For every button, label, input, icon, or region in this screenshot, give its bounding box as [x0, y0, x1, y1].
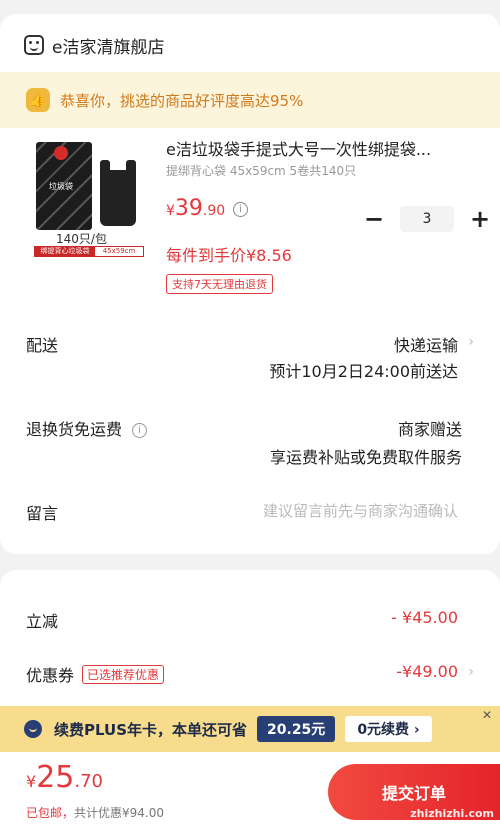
shop-header[interactable]: e洁家清旗舰店	[24, 32, 164, 58]
rating-banner-text: 恭喜你，挑选的商品好评度高达95%	[60, 91, 304, 110]
return-shipping-label: 退换货免运费	[26, 420, 123, 439]
product-spec[interactable]: 提绑背心袋 45x59cm 5卷共140只	[166, 162, 356, 179]
product-image[interactable]: 垃圾袋 140只/包 绑提背心垃圾袋 45x59cm	[30, 138, 150, 258]
plus-renew-button[interactable]: 0元续费 ›	[345, 716, 432, 742]
total-symbol: ¥	[26, 772, 37, 791]
return-shipping-info-icon[interactable]: i	[132, 423, 148, 438]
coupon-label: 优惠券	[26, 666, 75, 685]
decrease-button[interactable]: −	[364, 205, 384, 233]
checkout-footer: ¥ 25 .70 已包邮，共计优惠¥94.00 提交订单 zhizhizhi.c…	[0, 752, 500, 825]
plus-member-icon	[24, 720, 42, 738]
image-tag-left: 绑提背心垃圾袋	[35, 247, 95, 256]
bag-graphic	[100, 160, 136, 226]
increase-button[interactable]: +	[470, 205, 490, 233]
delivery-eta: 预计10月2日24:00前送达	[269, 362, 458, 381]
return-shipping-provider: 商家赠送	[397, 420, 462, 439]
delivery-chevron-icon[interactable]: ›	[468, 334, 474, 350]
product-title[interactable]: e洁垃圾袋手提式大号一次性绑提袋...	[166, 136, 471, 160]
return-shipping-detail: 享运费补贴或免费取件服务	[269, 448, 462, 467]
note-label: 留言	[26, 504, 59, 523]
coupon-value[interactable]: -¥49.00	[396, 662, 458, 681]
return-badge: 支持7天无理由退货	[166, 274, 273, 294]
product-price: ¥ 39 .90 i	[166, 196, 249, 221]
close-icon[interactable]: ✕	[482, 708, 492, 722]
price-info-icon[interactable]: i	[233, 202, 249, 217]
rating-banner: 👍 恭喜你，挑选的商品好评度高达95%	[0, 72, 500, 128]
thumbs-up-icon: 👍	[26, 88, 50, 112]
shop-icon	[24, 35, 44, 55]
quantity-stepper: − 3 +	[364, 205, 490, 233]
quantity-input[interactable]: 3	[400, 206, 454, 232]
total-integer: 25	[36, 760, 75, 795]
free-shipping-label: 已包邮，	[26, 806, 75, 820]
order-total: ¥ 25 .70	[26, 760, 103, 795]
image-count-label: 140只/包	[56, 232, 107, 246]
package-graphic: 垃圾袋	[36, 142, 92, 230]
price-symbol: ¥	[166, 203, 175, 219]
plus-savings-amount: 20.25元	[257, 716, 336, 742]
unit-price: 每件到手价¥8.56	[166, 246, 292, 265]
instant-discount-label: 立减	[26, 612, 59, 631]
coupon-row[interactable]: 优惠券 已选推荐优惠	[26, 662, 165, 686]
plus-renewal-text: 续费PLUS年卡，本单还可省	[54, 720, 248, 739]
image-tag-strip: 绑提背心垃圾袋 45x59cm	[34, 246, 144, 257]
price-integer: 39	[174, 196, 203, 221]
note-input[interactable]: 建议留言前先与商家沟通确认	[263, 500, 458, 521]
plus-renewal-bar[interactable]: 续费PLUS年卡，本单还可省 20.25元 0元续费 › ✕	[0, 706, 500, 752]
submit-order-label: 提交订单	[381, 784, 446, 803]
brand-logo	[54, 146, 68, 160]
watermark: zhizhizhi.com	[410, 807, 494, 820]
submit-order-button[interactable]: 提交订单 zhizhizhi.com	[328, 764, 500, 820]
image-tag-right: 45x59cm	[102, 247, 136, 255]
instant-discount-value: - ¥45.00	[391, 608, 458, 627]
coupon-tag: 已选推荐优惠	[82, 665, 165, 684]
footer-note[interactable]: 已包邮，共计优惠¥94.00	[26, 804, 164, 821]
delivery-label: 配送	[26, 336, 59, 355]
total-decimal: .70	[74, 771, 104, 792]
delivery-method[interactable]: 快递运输	[394, 332, 458, 356]
shop-name: e洁家清旗舰店	[52, 37, 165, 58]
return-shipping-row: 退换货免运费 i	[26, 416, 148, 440]
total-savings: 共计优惠¥94.00	[74, 806, 165, 820]
coupon-chevron-icon[interactable]: ›	[468, 664, 474, 680]
pack-label: 垃圾袋	[49, 182, 73, 191]
price-decimal: .90	[202, 203, 226, 219]
